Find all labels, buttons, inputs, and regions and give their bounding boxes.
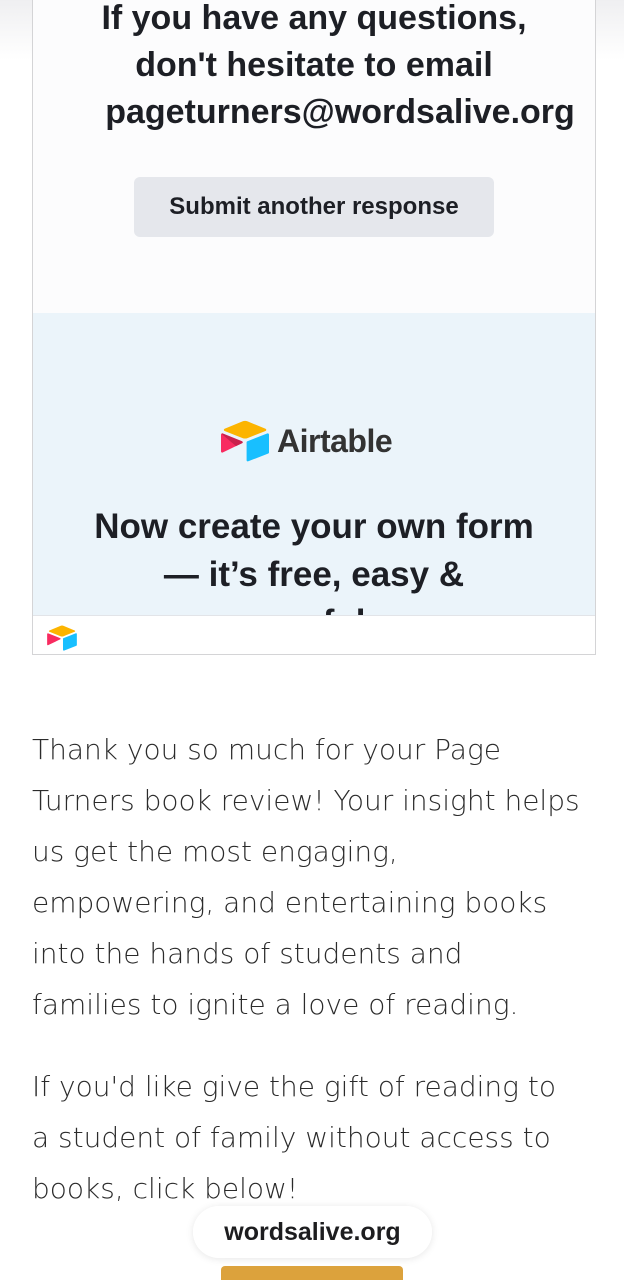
airtable-logo-icon — [221, 420, 269, 462]
airtable-brand[interactable]: Airtable — [221, 419, 393, 463]
airtable-wordmark: Airtable — [277, 422, 393, 459]
promo-headline: Now create your own form — it’s free, ea… — [33, 503, 595, 615]
paragraph-line: families to ignite a love of reading. — [32, 988, 519, 1021]
paragraph-line: empowering, and entertaining books — [32, 886, 548, 919]
airtable-form-embed: If you have any questions, don't hesitat… — [32, 0, 596, 655]
donate-button[interactable] — [221, 1266, 403, 1280]
confirmation-email[interactable]: pageturners@wordsalive.org — [33, 89, 595, 136]
confirmation-line: If you have any questions, — [101, 0, 527, 37]
promo-headline-line: useful — [33, 599, 595, 615]
promo-headline-line: — it’s free, easy & — [163, 555, 465, 594]
page: If you have any questions, don't hesitat… — [0, 0, 624, 1280]
submit-another-response-button[interactable]: Submit another response — [134, 177, 494, 237]
airtable-promo[interactable]: Airtable Now create your own form — it’s… — [33, 313, 595, 615]
confirmation-message: If you have any questions, don't hesitat… — [33, 0, 595, 136]
paragraph-line: Thank you so much for your Page — [32, 733, 501, 766]
airtable-logo-icon[interactable] — [47, 625, 77, 651]
paragraph-line: into the hands of students and — [32, 937, 463, 970]
confirmation-line: don't hesitate to email — [135, 46, 493, 84]
promo-headline-line: Now create your own form — [94, 507, 534, 546]
paragraph-line: a student of family without access to — [32, 1121, 551, 1154]
paragraph-line: Turners book review! Your insight helps — [32, 784, 580, 817]
thank-you-paragraph: Thank you so much for your Page Turners … — [32, 724, 602, 1030]
embed-footer — [33, 615, 595, 654]
paragraph-line: us get the most engaging, — [32, 835, 398, 868]
donation-paragraph: If you'd like give the gift of reading t… — [32, 1061, 602, 1214]
paragraph-line: If you'd like give the gift of reading t… — [32, 1070, 556, 1103]
browser-url-pill[interactable]: wordsalive.org — [193, 1206, 432, 1258]
